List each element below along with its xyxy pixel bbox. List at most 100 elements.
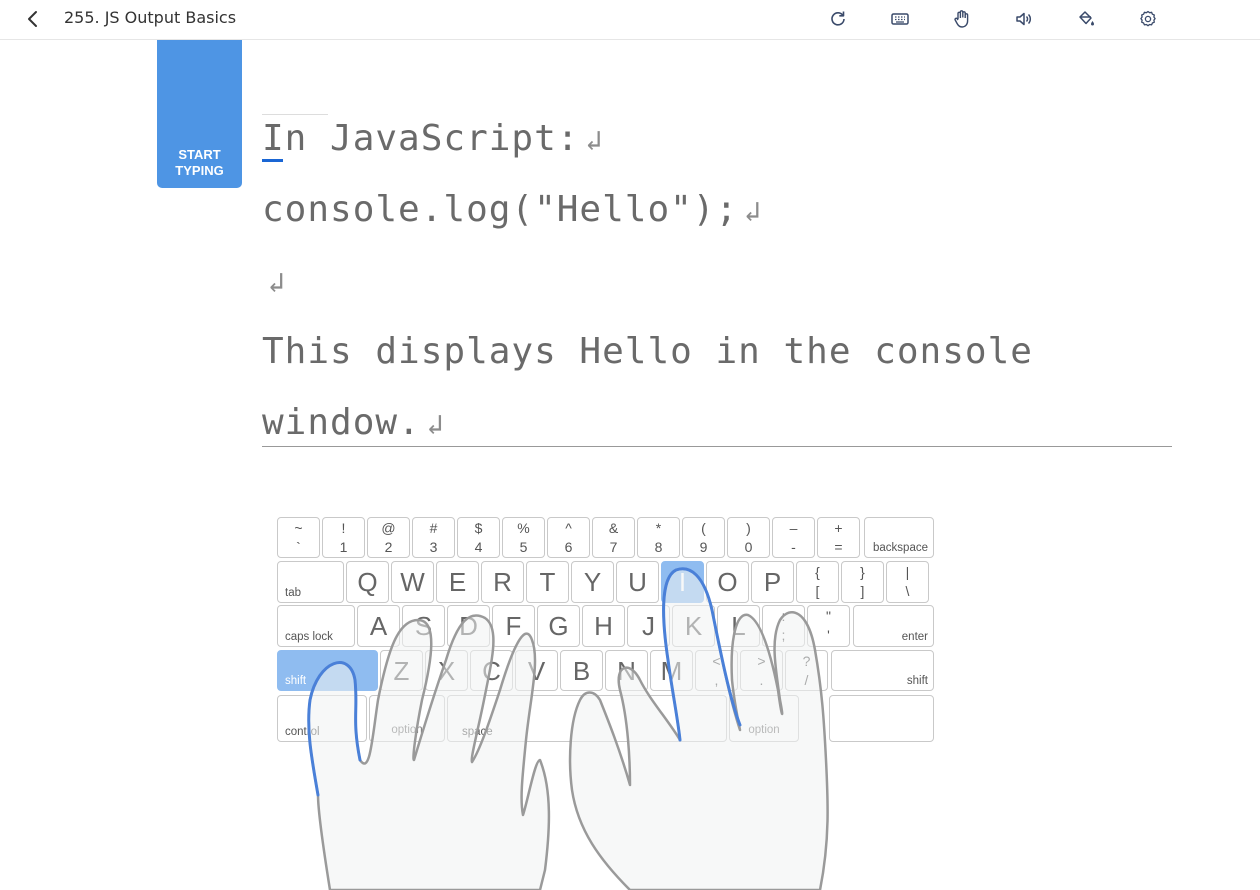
key-shift-left[interactable]: shift [277, 650, 378, 691]
key[interactable]: ? / [785, 650, 828, 691]
lesson-line: In JavaScript: ↲ [262, 118, 603, 168]
key-shift-label: | [905, 564, 910, 580]
key-base-label: 7 [609, 539, 618, 555]
key-g[interactable]: G [537, 605, 580, 647]
key-caps-lock[interactable]: caps lock [277, 605, 355, 647]
back-button[interactable] [22, 8, 44, 30]
key-label: X [437, 656, 456, 686]
key-label: Y [583, 567, 602, 597]
key-z[interactable]: Z [380, 650, 423, 691]
key-k[interactable]: K [672, 605, 715, 647]
return-symbol: ↲ [744, 195, 763, 228]
key-e[interactable]: E [436, 561, 479, 603]
key-option-right[interactable]: option [729, 695, 799, 742]
key-shift-label: – [789, 520, 798, 536]
key-label: A [369, 611, 388, 641]
key[interactable]: – - [772, 517, 815, 558]
key-h[interactable]: H [582, 605, 625, 647]
key-base-label: ; [781, 627, 786, 643]
key-enter[interactable]: enter [853, 605, 934, 647]
paint-bucket-icon [1079, 11, 1094, 26]
theme-button[interactable] [1074, 7, 1098, 31]
key-base-label: 8 [654, 539, 663, 555]
key[interactable]: * 8 [637, 517, 680, 558]
key-base-label: 9 [699, 539, 708, 555]
key[interactable]: <, [695, 650, 738, 691]
key-w[interactable]: W [391, 561, 434, 603]
key[interactable]: :; [762, 605, 805, 647]
key-m[interactable]: M [650, 650, 693, 691]
keyboard-toggle-button[interactable] [888, 7, 912, 31]
key-shift-label: ^ [565, 520, 572, 536]
key-base-label: ' [827, 627, 830, 643]
key-base-label: = [834, 539, 843, 555]
key-base-label: \ [905, 583, 910, 599]
key-shift-label: ? [802, 653, 811, 669]
key-label: J [642, 611, 655, 641]
key-control[interactable]: control [277, 695, 367, 742]
key-tab[interactable]: tab [277, 561, 344, 603]
key[interactable]: (9 [682, 517, 725, 558]
key-i[interactable]: I [661, 561, 704, 603]
key-v[interactable]: V [515, 650, 558, 691]
key-shift-label: @ [381, 520, 396, 536]
top-bar: 255. JS Output Basics [0, 0, 1260, 40]
key-l[interactable]: L [717, 605, 760, 647]
refresh-button[interactable] [826, 7, 850, 31]
key-x[interactable]: X [425, 650, 468, 691]
key-label: backspace [873, 542, 928, 554]
key-base-label: 1 [339, 539, 348, 555]
key-label: enter [901, 631, 928, 643]
key[interactable]: {[ [796, 561, 839, 603]
key[interactable]: #3 [412, 517, 455, 558]
key-label: V [527, 656, 546, 686]
key-a[interactable]: A [357, 605, 400, 647]
key[interactable]: ) 0 [727, 517, 770, 558]
key[interactable]: " ' [807, 605, 850, 647]
key-q[interactable]: Q [346, 561, 389, 603]
key[interactable]: @2 [367, 517, 410, 558]
chevron-left-icon [28, 11, 37, 27]
key[interactable]: & 7 [592, 517, 635, 558]
key-b[interactable]: B [560, 650, 603, 691]
key-c[interactable]: C [470, 650, 513, 691]
lesson-line: console.log("Hello"); ↲ [262, 189, 762, 239]
key[interactable]: ~ ` [277, 517, 320, 558]
key[interactable]: $4 [457, 517, 500, 558]
key-base-label: . [759, 672, 764, 688]
key[interactable]: >. [740, 650, 783, 691]
key-s[interactable]: S [402, 605, 445, 647]
key-d[interactable]: D [447, 605, 490, 647]
key-t[interactable]: T [526, 561, 569, 603]
key[interactable]: ^ 6 [547, 517, 590, 558]
key[interactable]: % 5 [502, 517, 545, 558]
key-blank[interactable] [829, 695, 934, 742]
key-o[interactable]: O [706, 561, 749, 603]
lesson-line: ↲ [262, 260, 286, 310]
hands-toggle-button[interactable] [950, 7, 974, 31]
start-typing-button[interactable]: START TYPING [157, 40, 242, 188]
key-r[interactable]: R [481, 561, 524, 603]
key-n[interactable]: N [605, 650, 648, 691]
key-label: O [717, 567, 738, 597]
key-j[interactable]: J [627, 605, 670, 647]
key-f[interactable]: F [492, 605, 535, 647]
sound-button[interactable] [1012, 7, 1036, 31]
key-u[interactable]: U [616, 561, 659, 603]
key-y[interactable]: Y [571, 561, 614, 603]
key-space[interactable]: space [447, 695, 727, 742]
key-shift-label: $ [474, 520, 483, 536]
key-option-left[interactable]: option [369, 695, 445, 742]
key-label: F [505, 611, 522, 641]
key[interactable]: ! 1 [322, 517, 365, 558]
hand-icon [954, 10, 969, 28]
settings-button[interactable] [1136, 7, 1160, 31]
key[interactable]: | \ [886, 561, 929, 603]
key-label: B [572, 656, 591, 686]
key-base-label: 0 [744, 539, 753, 555]
key[interactable]: + = [817, 517, 860, 558]
key-shift-right[interactable]: shift [831, 650, 934, 691]
key-p[interactable]: P [751, 561, 794, 603]
key-backspace[interactable]: backspace [864, 517, 934, 558]
key[interactable]: }] [841, 561, 884, 603]
